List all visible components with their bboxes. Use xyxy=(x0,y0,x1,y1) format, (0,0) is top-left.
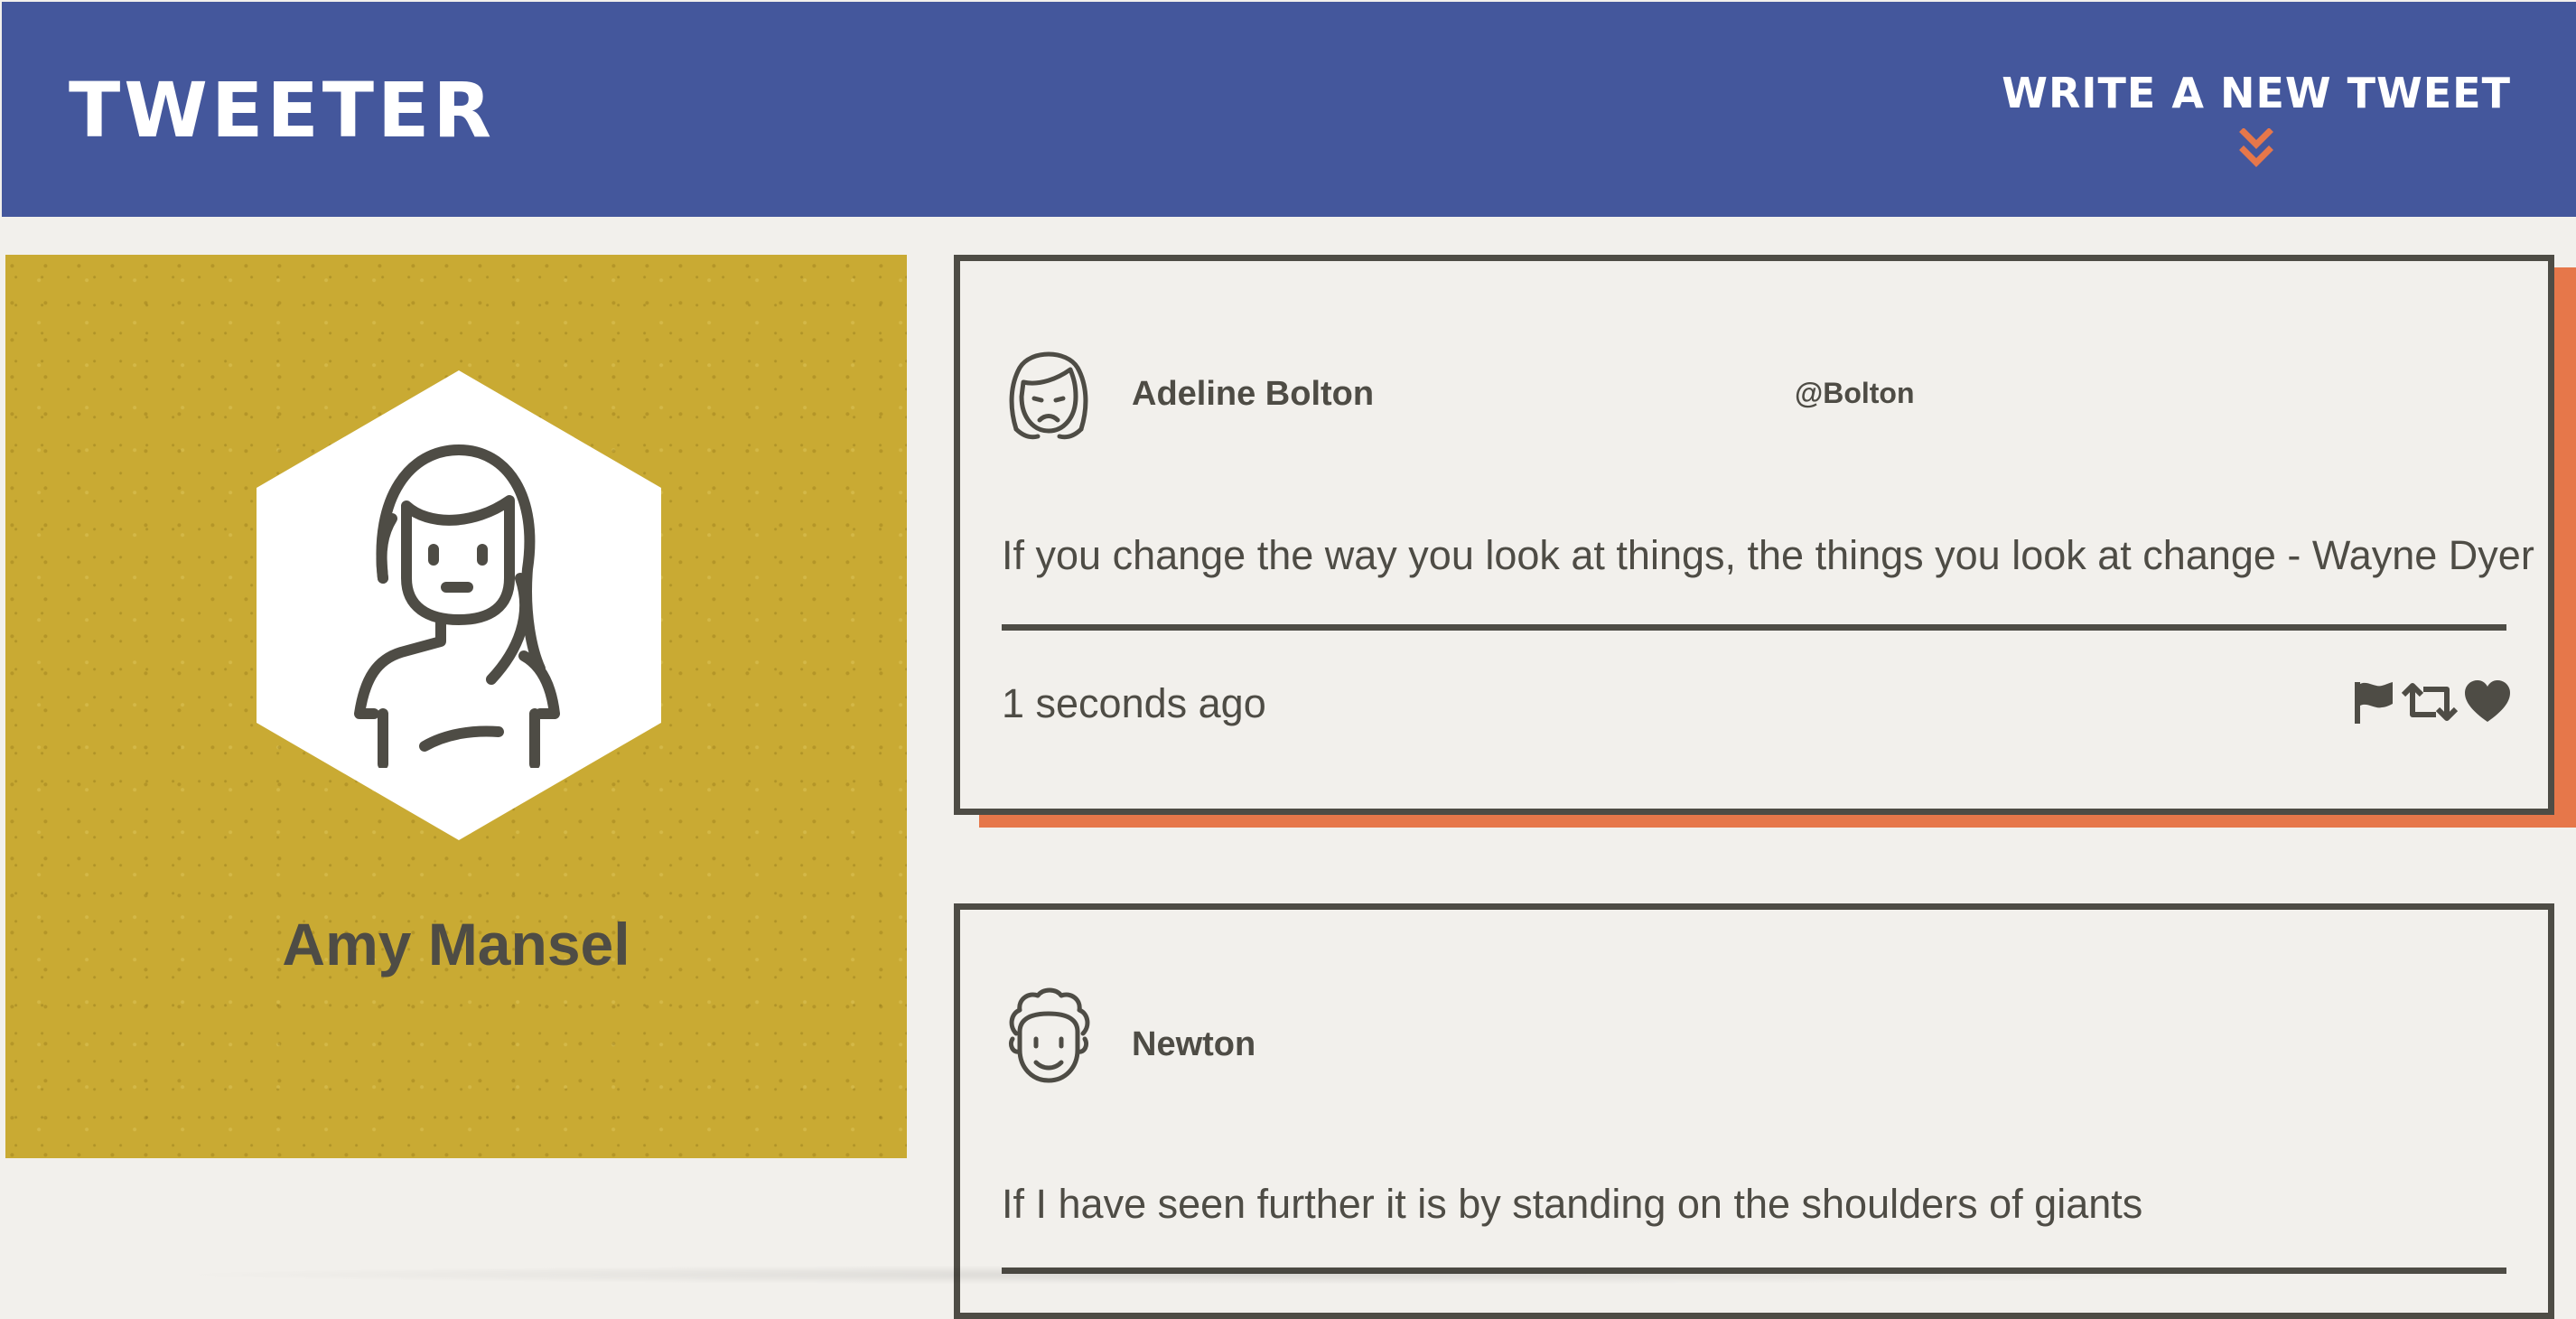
tweet-card: Newton If I have seen further it is by s… xyxy=(954,903,2554,1319)
tweet-content: If you change the way you look at things… xyxy=(1002,532,2534,578)
tweet-handle: @Bolton xyxy=(1795,377,1915,409)
profile-name: Amy Mansel xyxy=(282,911,630,978)
brand-logo[interactable]: TWEETER xyxy=(69,65,495,155)
tweet-card: Adeline Bolton @Bolton If you change the… xyxy=(954,255,2554,815)
write-new-tweet-label[interactable]: WRITE A NEW TWEET xyxy=(2002,61,2511,125)
tweet-actions xyxy=(2349,678,2512,725)
curly-hair-man-avatar-icon xyxy=(1008,987,1090,1083)
profile-avatar-hexagon xyxy=(257,370,661,840)
tweet-author: Newton xyxy=(1132,1025,1256,1063)
retweet-icon[interactable] xyxy=(2402,678,2458,725)
tweet-timestamp: 1 seconds ago xyxy=(1002,680,1266,726)
write-new-tweet-button[interactable]: WRITE A NEW TWEET xyxy=(2002,61,2511,168)
flag-icon[interactable] xyxy=(2349,678,2396,725)
tweet-author: Adeline Bolton xyxy=(1132,375,1375,413)
heart-icon[interactable] xyxy=(2463,678,2512,725)
profile-card: Amy Mansel xyxy=(5,255,907,1158)
sad-woman-avatar-icon xyxy=(1009,351,1088,440)
tweet-content: If I have seen further it is by standing… xyxy=(1002,1181,2143,1227)
top-nav: TWEETER WRITE A NEW TWEET xyxy=(2,2,2576,217)
tweet-divider xyxy=(1002,624,2506,631)
page-shadow xyxy=(163,1265,2330,1285)
double-chevron-down-icon[interactable] xyxy=(2238,128,2274,168)
woman-avatar-icon xyxy=(354,444,560,768)
